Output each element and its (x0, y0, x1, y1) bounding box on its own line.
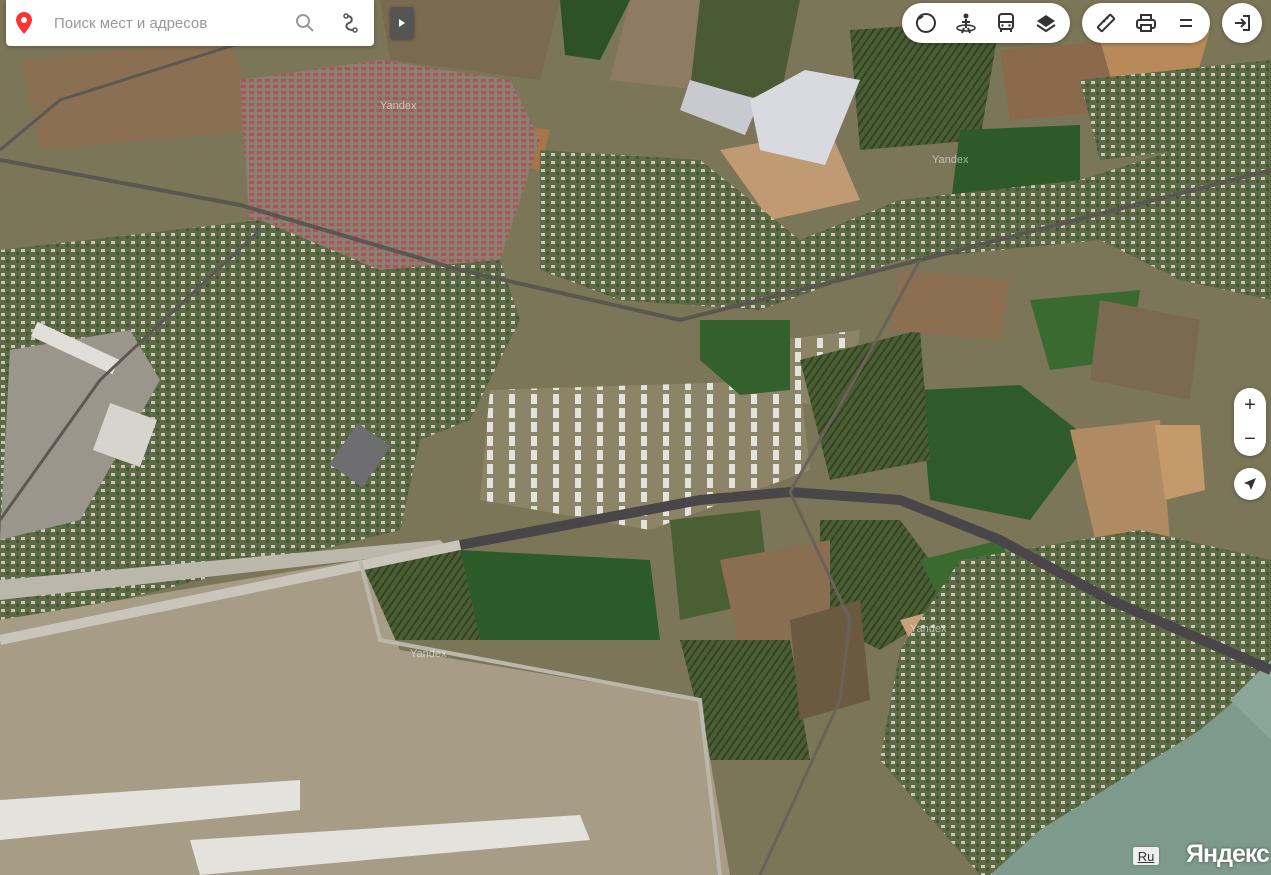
search-input[interactable] (42, 8, 282, 38)
traffic-button[interactable] (906, 3, 946, 43)
routes-button[interactable] (328, 0, 374, 46)
panorama-button[interactable] (946, 3, 986, 43)
zoom-in-label: + (1244, 393, 1256, 416)
tools-toolbar (1082, 3, 1210, 43)
zoom-out-button[interactable]: − (1234, 422, 1266, 456)
layers-button[interactable] (1026, 3, 1066, 43)
print-icon (1136, 14, 1156, 32)
search-button[interactable] (282, 0, 328, 46)
login-button[interactable] (1222, 3, 1262, 43)
expand-panel-button[interactable] (390, 7, 414, 39)
layers-icon (1036, 15, 1056, 33)
location-pin-icon (6, 0, 42, 46)
search-icon (296, 14, 314, 32)
map-watermark: Yandex (910, 623, 947, 635)
play-arrow-icon (399, 19, 405, 27)
satellite-imagery (0, 0, 1271, 875)
panorama-icon (956, 13, 976, 34)
route-icon (343, 13, 358, 33)
language-switcher[interactable]: Ru (1133, 847, 1159, 865)
menu-button[interactable] (1166, 3, 1206, 43)
my-location-button[interactable] (1234, 468, 1266, 500)
zoom-in-button[interactable]: + (1234, 388, 1266, 422)
traffic-icon (915, 13, 936, 33)
search-panel (6, 0, 374, 46)
ruler-icon (1096, 13, 1116, 33)
location-arrow-icon (1244, 478, 1256, 490)
yandex-logo: Яндекс (1186, 840, 1270, 868)
zoom-out-label: − (1244, 427, 1256, 450)
transport-button[interactable] (986, 3, 1026, 43)
map-watermark: Yandex (410, 648, 447, 660)
menu-icon (1180, 19, 1192, 27)
map-layers-toolbar (902, 3, 1070, 43)
bus-icon (998, 13, 1014, 32)
print-button[interactable] (1126, 3, 1166, 43)
map-watermark: Yandex (932, 154, 969, 166)
map-watermark: Yandex (380, 100, 417, 112)
satellite-map[interactable]: Yandex Yandex Yandex Yandex (0, 0, 1271, 875)
login-icon (1235, 15, 1250, 31)
ruler-button[interactable] (1086, 3, 1126, 43)
zoom-control: + − (1234, 388, 1266, 456)
